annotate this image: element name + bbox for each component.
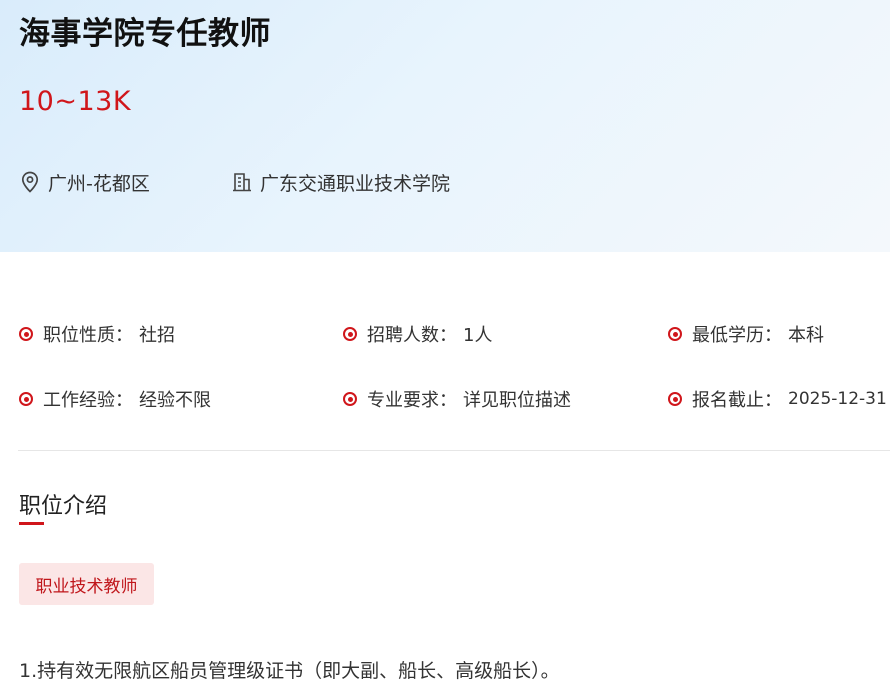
job-title: 海事学院专任教师 <box>19 16 271 52</box>
location-pin-icon <box>19 170 41 194</box>
salary: 10~13K <box>19 86 132 117</box>
location-text: 广州-花都区 <box>48 172 150 195</box>
attr-experience: 工作经验： 经验不限 <box>19 385 211 413</box>
job-location: 广州-花都区 <box>19 168 150 196</box>
job-category-tag: 职业技术教师 <box>19 563 154 605</box>
radio-dot-icon <box>19 392 33 406</box>
attr-label: 职位性质： <box>43 325 133 346</box>
radio-dot-icon <box>343 327 357 341</box>
attr-major: 专业要求： 详见职位描述 <box>343 385 571 413</box>
attr-value: 1人 <box>463 325 493 346</box>
section-divider <box>18 450 890 451</box>
attr-deadline: 报名截止： 2025-12-31 <box>668 385 887 413</box>
attr-label: 最低学历： <box>692 325 782 346</box>
radio-dot-icon <box>668 327 682 341</box>
section-title-underline <box>19 522 44 525</box>
attr-label: 招聘人数： <box>367 325 457 346</box>
attr-label: 专业要求： <box>367 390 457 411</box>
radio-dot-icon <box>668 392 682 406</box>
attr-value: 本科 <box>788 325 824 346</box>
attr-education: 最低学历： 本科 <box>668 320 824 348</box>
attr-value: 社招 <box>139 325 175 346</box>
attr-label: 报名截止： <box>692 390 782 411</box>
attr-value: 2025-12-31 <box>788 389 887 409</box>
attr-headcount: 招聘人数： 1人 <box>343 320 492 348</box>
description-line: 1.持有效无限航区船员管理级证书（即大副、船长、高级船长）。 <box>19 660 560 682</box>
attr-label: 工作经验： <box>43 390 133 411</box>
attr-value: 经验不限 <box>139 390 211 411</box>
radio-dot-icon <box>343 392 357 406</box>
attr-job-type: 职位性质： 社招 <box>19 320 175 348</box>
section-title: 职位介绍 <box>19 494 108 519</box>
radio-dot-icon <box>19 327 33 341</box>
job-organization[interactable]: 广东交通职业技术学院 <box>231 168 450 196</box>
building-icon <box>231 170 253 194</box>
attr-value: 详见职位描述 <box>463 390 571 411</box>
job-header: 海事学院专任教师 10~13K 广州-花都区 广东交通职业技术学院 <box>0 0 890 252</box>
organization-text: 广东交通职业技术学院 <box>260 172 451 195</box>
